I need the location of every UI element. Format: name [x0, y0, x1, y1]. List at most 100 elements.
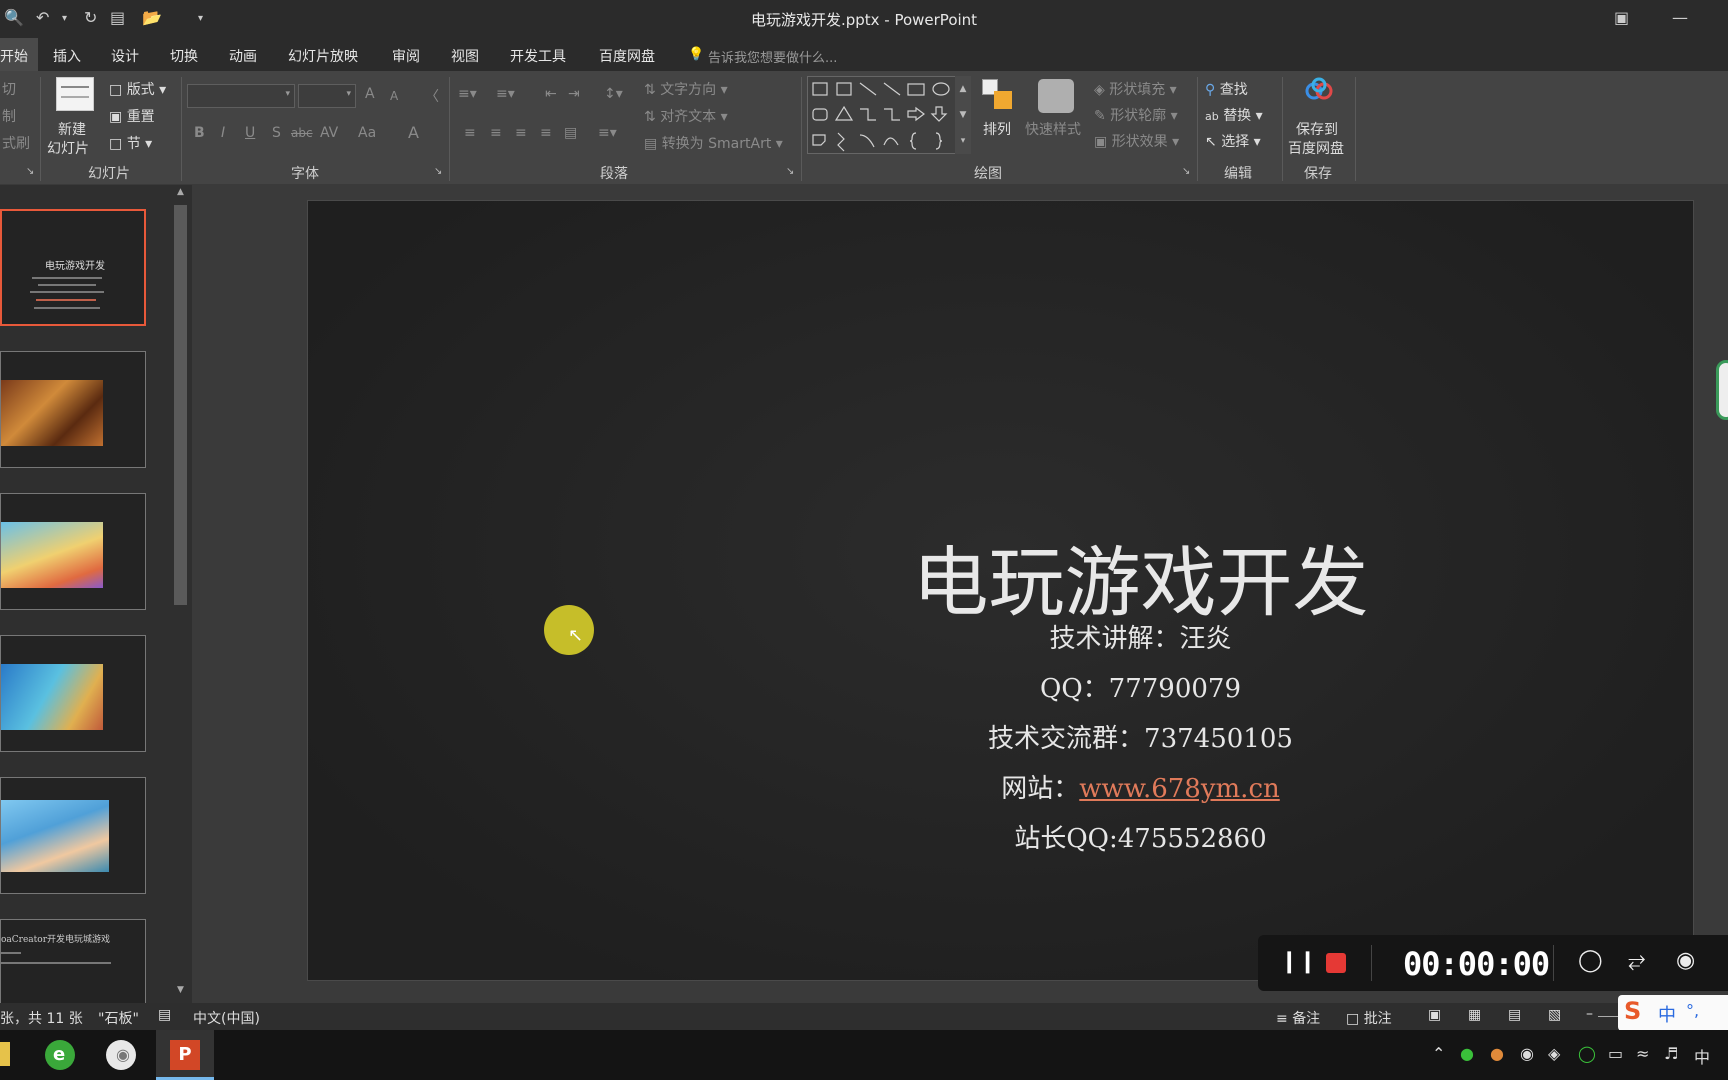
ime-punct-icon[interactable]: °, — [1686, 1001, 1699, 1020]
char-spacing-button[interactable]: AV — [320, 125, 338, 141]
shield-icon[interactable]: ◯ — [1578, 1044, 1596, 1063]
zoom-out-icon[interactable]: – — [1586, 1006, 1593, 1022]
baidu-netdisk-icon[interactable] — [1304, 77, 1334, 103]
new-slide-label-2[interactable]: 幻灯片 — [47, 138, 89, 158]
increase-indent-icon[interactable]: ⇥ — [568, 86, 580, 102]
arrange-icon[interactable] — [982, 79, 1016, 109]
clear-format-icon[interactable]: 〈 — [425, 86, 439, 106]
tab-insert[interactable]: 插入 — [53, 46, 81, 66]
camera-icon[interactable]: ◉ — [1676, 948, 1695, 973]
drawing-launcher-icon[interactable]: ↘ — [1182, 166, 1190, 177]
section-button[interactable]: □ 节 ▾ — [109, 133, 152, 153]
normal-view-icon[interactable]: ▣ — [1428, 1007, 1441, 1023]
tab-slideshow[interactable]: 幻灯片放映 — [288, 46, 358, 66]
slide-title[interactable]: 电玩游戏开发 — [308, 521, 1693, 631]
reset-button[interactable]: ▣ 重置 — [109, 106, 155, 126]
save-to-baidu-label-1[interactable]: 保存到 — [1296, 119, 1338, 139]
slide-thumbnail-1[interactable]: 电玩游戏开发 — [0, 209, 146, 326]
underline-button[interactable]: U — [245, 125, 255, 141]
tray-ime-indicator[interactable]: 中 — [1694, 1044, 1710, 1068]
thumbnail-scrollbar[interactable]: ▲ ▼ — [171, 187, 190, 1001]
slideshow-view-icon[interactable]: ▧ — [1548, 1007, 1561, 1023]
slide-canvas[interactable]: 电玩游戏开发 技术讲解：汪炎 QQ：77790079 技术交流群：7374501… — [307, 200, 1694, 981]
new-slide-icon[interactable] — [56, 77, 94, 111]
scroll-down-icon[interactable]: ▼ — [171, 985, 190, 1001]
slide-thumbnail-3[interactable] — [0, 493, 146, 610]
slide-thumbnail-2[interactable] — [0, 351, 146, 468]
cut-button[interactable]: 切 — [2, 79, 16, 99]
line-spacing-icon[interactable]: ↕▾ — [604, 86, 623, 102]
powerpoint-taskbar-button[interactable]: P — [156, 1030, 214, 1080]
font-color-button[interactable]: A — [408, 123, 419, 142]
shape-effects-button[interactable]: ▣ 形状效果 ▾ — [1094, 131, 1179, 151]
new-slide-label-1[interactable]: 新建 — [58, 119, 86, 139]
copy-button[interactable]: 制 — [2, 106, 16, 126]
bold-button[interactable]: B — [194, 125, 205, 141]
save-to-baidu-label-2[interactable]: 百度网盘 — [1288, 138, 1344, 158]
file-explorer-icon[interactable] — [0, 1042, 10, 1066]
tab-design[interactable]: 设计 — [111, 46, 139, 66]
comments-button[interactable]: □ 批注 — [1346, 1008, 1392, 1028]
shapes-gallery-scroll[interactable]: ▲ ▼ ▾ — [955, 76, 971, 154]
app-drop-icon[interactable]: ◉ — [106, 1040, 136, 1070]
slide-thumbnail-5[interactable] — [0, 777, 146, 894]
shapes-gallery-icons[interactable] — [808, 77, 972, 155]
tab-developer[interactable]: 开发工具 — [510, 46, 566, 66]
grow-font-button[interactable]: A — [365, 86, 375, 102]
layout-button[interactable]: □ 版式 ▾ — [109, 79, 166, 99]
tray-expand-icon[interactable]: ⌃ — [1432, 1044, 1445, 1063]
format-painter-button[interactable]: 式刷 — [2, 133, 30, 153]
floating-widget[interactable] — [1716, 360, 1728, 420]
pause-icon[interactable]: ❙❙ — [1280, 949, 1317, 974]
distribute-icon[interactable]: ▤ — [564, 125, 577, 141]
clipboard-launcher-icon[interactable]: ↘ — [26, 166, 34, 177]
select-button[interactable]: ↖ 选择 ▾ — [1205, 131, 1261, 151]
ime-toolbar[interactable]: S 中 °, — [1618, 995, 1728, 1031]
ribbon-display-icon[interactable]: ▣ — [1614, 8, 1629, 27]
minimize-icon[interactable]: — — [1672, 8, 1688, 27]
slide-line-qq[interactable]: QQ：77790079 — [308, 668, 1693, 705]
tab-view[interactable]: 视图 — [451, 46, 479, 66]
paragraph-launcher-icon[interactable]: ↘ — [786, 166, 794, 177]
quick-styles-icon[interactable] — [1038, 79, 1074, 113]
numbering-icon[interactable]: ≡▾ — [496, 86, 515, 102]
smartart-button[interactable]: ▤ 转换为 SmartArt ▾ — [644, 133, 783, 153]
scroll-up-icon[interactable]: ▲ — [171, 187, 190, 203]
quick-styles-label[interactable]: 快速样式 — [1025, 119, 1081, 139]
slide-line-instructor[interactable]: 技术讲解：汪炎 — [308, 618, 1693, 655]
shape-outline-button[interactable]: ✎ 形状轮廓 ▾ — [1094, 105, 1178, 125]
browser-icon[interactable]: e — [45, 1040, 75, 1070]
reading-view-icon[interactable]: ▤ — [1508, 1007, 1521, 1023]
slide-thumbnail-4[interactable] — [0, 635, 146, 752]
replace-button[interactable]: ab 替换 ▾ — [1205, 105, 1263, 125]
tray-app-icon[interactable]: ● — [1490, 1044, 1504, 1063]
security-icon[interactable]: ◈ — [1548, 1044, 1560, 1063]
slide-line-website[interactable]: 网站：www.678ym.cn — [308, 768, 1693, 805]
slide-thumbnail-6[interactable]: oaCreator开发电玩城游戏 — [0, 919, 146, 1003]
change-case-button[interactable]: Aa — [358, 125, 376, 141]
text-direction-button[interactable]: ⇅ 文字方向 ▾ — [644, 79, 728, 99]
strikethrough-button[interactable]: abc — [291, 126, 313, 140]
tab-transitions[interactable]: 切换 — [170, 46, 198, 66]
slide-line-group[interactable]: 技术交流群：737450105 — [308, 718, 1693, 755]
shrink-font-button[interactable]: A — [390, 89, 398, 103]
font-launcher-icon[interactable]: ↘ — [434, 166, 442, 177]
shape-fill-button[interactable]: ◈ 形状填充 ▾ — [1094, 79, 1177, 99]
fullscreen-exit-icon[interactable]: ⥂ — [1628, 948, 1646, 973]
language-indicator[interactable]: 中文(中国) — [193, 1008, 260, 1028]
align-right-icon[interactable]: ≡ — [515, 125, 527, 141]
find-button[interactable]: ⚲ 查找 — [1205, 79, 1248, 99]
font-size-select[interactable]: ▾ — [298, 84, 356, 108]
scrollbar-thumb[interactable] — [174, 205, 187, 605]
tab-home[interactable]: 开始 — [0, 38, 38, 71]
battery-icon[interactable]: ▭ — [1608, 1044, 1623, 1063]
tab-animations[interactable]: 动画 — [229, 46, 257, 66]
ime-mode[interactable]: 中 — [1658, 1001, 1676, 1027]
bullets-icon[interactable]: ≡▾ — [458, 86, 477, 102]
align-text-button[interactable]: ⇅ 对齐文本 ▾ — [644, 106, 728, 126]
tray-drop-icon[interactable]: ◉ — [1520, 1044, 1534, 1063]
notes-button[interactable]: ≡ 备注 — [1276, 1008, 1320, 1028]
spell-check-icon[interactable]: ▤ — [158, 1007, 171, 1023]
tab-baidu-netdisk[interactable]: 百度网盘 — [599, 46, 655, 66]
align-left-icon[interactable]: ≡ — [464, 125, 476, 141]
